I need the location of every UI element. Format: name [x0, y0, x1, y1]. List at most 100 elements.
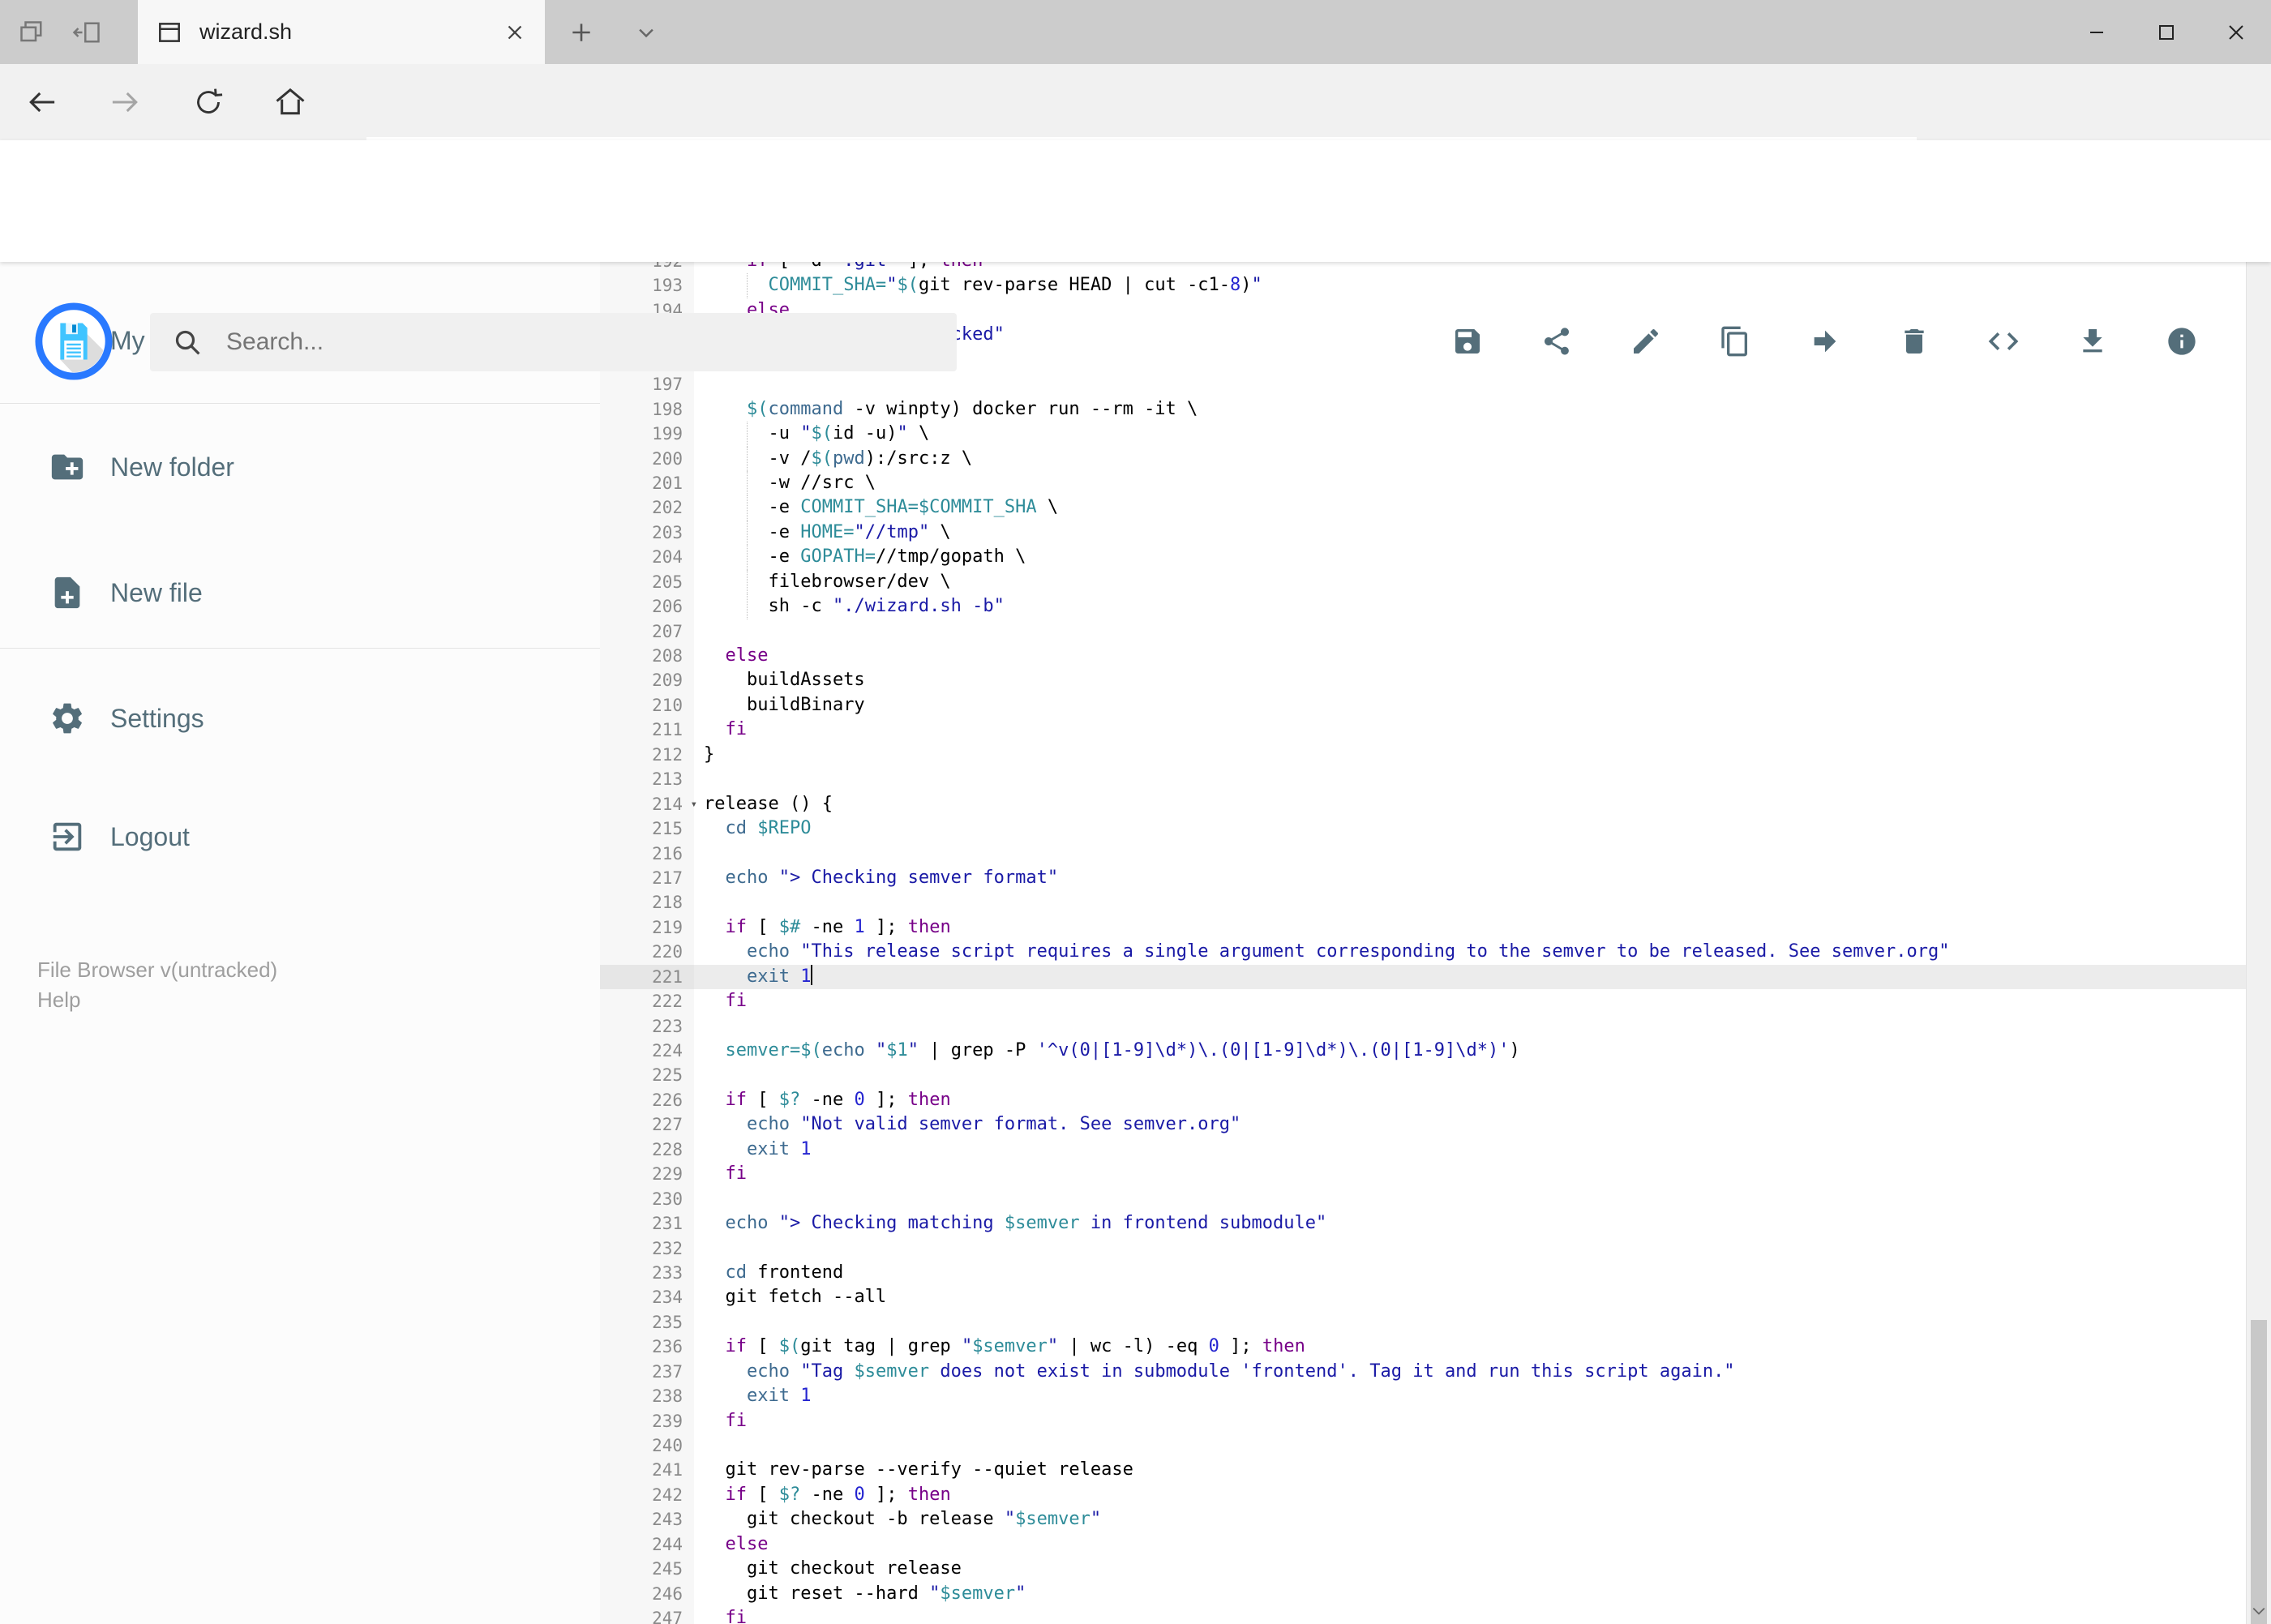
code-editor[interactable]: 192 if [ -d ".git" ]; then193 COMMIT_SHA… — [600, 262, 2246, 1624]
code-line[interactable]: 205 filebrowser/dev \ — [600, 569, 2246, 595]
code-line[interactable]: 230 — [600, 1186, 2246, 1212]
line-number: 204 — [600, 545, 694, 570]
search-box[interactable] — [150, 313, 957, 371]
code-line[interactable]: 242 if [ $? -ne 0 ]; then — [600, 1482, 2246, 1508]
code-line[interactable]: 207 — [600, 619, 2246, 644]
copy-button[interactable] — [1717, 324, 1753, 359]
code-line[interactable]: 214 ▾ release () { — [600, 791, 2246, 817]
code-line[interactable]: 209 buildAssets — [600, 668, 2246, 693]
back-button[interactable] — [13, 64, 71, 140]
code-line[interactable]: 212} — [600, 742, 2246, 768]
code-line[interactable]: 226 if [ $? -ne 0 ]; then — [600, 1087, 2246, 1113]
info-button[interactable] — [2164, 324, 2200, 359]
code-line[interactable]: 219 if [ $# -ne 1 ]; then — [600, 915, 2246, 941]
code-line[interactable]: 200 -v /$(pwd):/src:z \ — [600, 446, 2246, 471]
line-number: 197 — [600, 372, 694, 397]
code-text: echo "Tag $semver does not exist in subm… — [746, 1360, 1735, 1382]
code-line[interactable]: 208 else — [600, 644, 2246, 669]
code-line[interactable]: 210 buildBinary — [600, 692, 2246, 718]
indent-guide — [746, 520, 748, 546]
code-line[interactable]: 227 echo "Not valid semver format. See s… — [600, 1112, 2246, 1138]
code-line[interactable]: 240 — [600, 1433, 2246, 1459]
code-line[interactable]: 238 exit 1 — [600, 1384, 2246, 1409]
code-line[interactable]: 231 echo "> Checking matching $semver in… — [600, 1211, 2246, 1236]
maximize-button[interactable] — [2132, 0, 2201, 64]
code-line[interactable]: 217 echo "> Checking semver format" — [600, 865, 2246, 891]
code-line[interactable]: 206 sh -c "./wizard.sh -b" — [600, 594, 2246, 619]
file-toolbar — [1450, 281, 2200, 402]
share-button[interactable] — [1539, 324, 1575, 359]
code-line[interactable]: 211 fi — [600, 718, 2246, 743]
help-link[interactable]: Help — [37, 985, 277, 1015]
line-number: 192 — [600, 262, 694, 274]
code-line[interactable]: 233 cd frontend — [600, 1260, 2246, 1286]
code-text: if [ $(git tag | grep "$semver" | wc -l)… — [725, 1336, 1305, 1357]
code-line[interactable]: 199 -u "$(id -u)" \ — [600, 422, 2246, 447]
code-line[interactable]: 247 fi — [600, 1606, 2246, 1624]
search-input[interactable] — [225, 328, 950, 357]
sidebar-item-new-file[interactable]: New file — [0, 559, 600, 627]
forward-icon — [112, 92, 138, 113]
code-text: buildBinary — [746, 694, 865, 715]
new-tab-button[interactable] — [553, 0, 610, 64]
move-button[interactable] — [1807, 324, 1843, 359]
home-button[interactable] — [261, 64, 319, 140]
move-arrow-icon — [1814, 330, 1836, 353]
code-line[interactable]: 234 git fetch --all — [600, 1285, 2246, 1310]
indent-guide — [746, 495, 748, 521]
code-line[interactable]: 216 — [600, 841, 2246, 866]
code-line[interactable]: 225 — [600, 1063, 2246, 1088]
sidebar-item-logout[interactable]: Logout — [0, 803, 600, 871]
set-tabs-aside-button[interactable] — [63, 0, 114, 64]
code-line[interactable]: 222 fi — [600, 989, 2246, 1014]
code-line[interactable]: 202 -e COMMIT_SHA=$COMMIT_SHA \ — [600, 495, 2246, 521]
folder-plus-icon — [49, 448, 86, 486]
save-button[interactable] — [1450, 324, 1485, 359]
code-line[interactable]: 235 — [600, 1309, 2246, 1335]
code-line[interactable]: 213 — [600, 767, 2246, 792]
line-number: 243 — [600, 1507, 694, 1532]
line-number: 242 — [600, 1482, 694, 1508]
code-line[interactable]: 201 -w //src \ — [600, 470, 2246, 496]
browser-tab[interactable]: wizard.sh — [138, 0, 545, 64]
code-line[interactable]: 203 -e HOME="//tmp" \ — [600, 520, 2246, 546]
code-line[interactable]: 239 fi — [600, 1408, 2246, 1433]
code-line[interactable]: 228 exit 1 — [600, 1137, 2246, 1163]
code-line[interactable]: 237 echo "Tag $semver does not exist in … — [600, 1359, 2246, 1385]
sidebar-item-settings[interactable]: Settings — [0, 684, 600, 752]
code-line[interactable]: 224 semver=$(echo "$1" | grep -P '^v(0|[… — [600, 1039, 2246, 1064]
minimize-button[interactable] — [2062, 0, 2132, 64]
source-code-button[interactable] — [1986, 324, 2021, 359]
scroll-down-button[interactable] — [2247, 1598, 2271, 1624]
file-browser-logo[interactable] — [34, 302, 114, 381]
code-line[interactable]: 244 else — [600, 1532, 2246, 1558]
delete-button[interactable] — [1896, 324, 1932, 359]
code-line[interactable]: 223 — [600, 1013, 2246, 1039]
page-scrollbar[interactable] — [2246, 140, 2271, 1624]
code-line[interactable]: 192 if [ -d ".git" ]; then — [600, 262, 2246, 274]
code-line[interactable]: 215 cd $REPO — [600, 816, 2246, 842]
fold-arrow-icon[interactable]: ▾ — [691, 792, 697, 816]
code-line[interactable]: 246 git reset --hard "$semver" — [600, 1581, 2246, 1607]
code-line[interactable]: 218 — [600, 890, 2246, 915]
code-line[interactable]: 229 fi — [600, 1162, 2246, 1187]
code-line[interactable]: 232 — [600, 1236, 2246, 1261]
close-tab-icon[interactable] — [503, 20, 527, 45]
tab-list-button[interactable] — [618, 0, 675, 64]
line-number: 230 — [600, 1186, 694, 1212]
code-line[interactable]: 221 exit 1 — [600, 964, 2246, 990]
code-line[interactable]: 245 git checkout release — [600, 1557, 2246, 1582]
code-line[interactable]: 241 git rev-parse --verify --quiet relea… — [600, 1458, 2246, 1483]
tab-preview-button[interactable] — [6, 0, 57, 64]
code-line[interactable]: 220 echo "This release script requires a… — [600, 940, 2246, 965]
download-button[interactable] — [2075, 324, 2110, 359]
refresh-button[interactable] — [179, 64, 238, 140]
sidebar-item-new-folder[interactable]: New folder — [0, 433, 600, 501]
forward-button[interactable] — [96, 64, 154, 140]
code-line[interactable]: 236 if [ $(git tag | grep "$semver" | wc… — [600, 1335, 2246, 1360]
scrollbar-thumb[interactable] — [2251, 1320, 2267, 1624]
code-line[interactable]: 204 -e GOPATH=//tmp/gopath \ — [600, 545, 2246, 570]
close-window-button[interactable] — [2201, 0, 2271, 64]
code-line[interactable]: 243 git checkout -b release "$semver" — [600, 1507, 2246, 1532]
rename-button[interactable] — [1628, 324, 1664, 359]
